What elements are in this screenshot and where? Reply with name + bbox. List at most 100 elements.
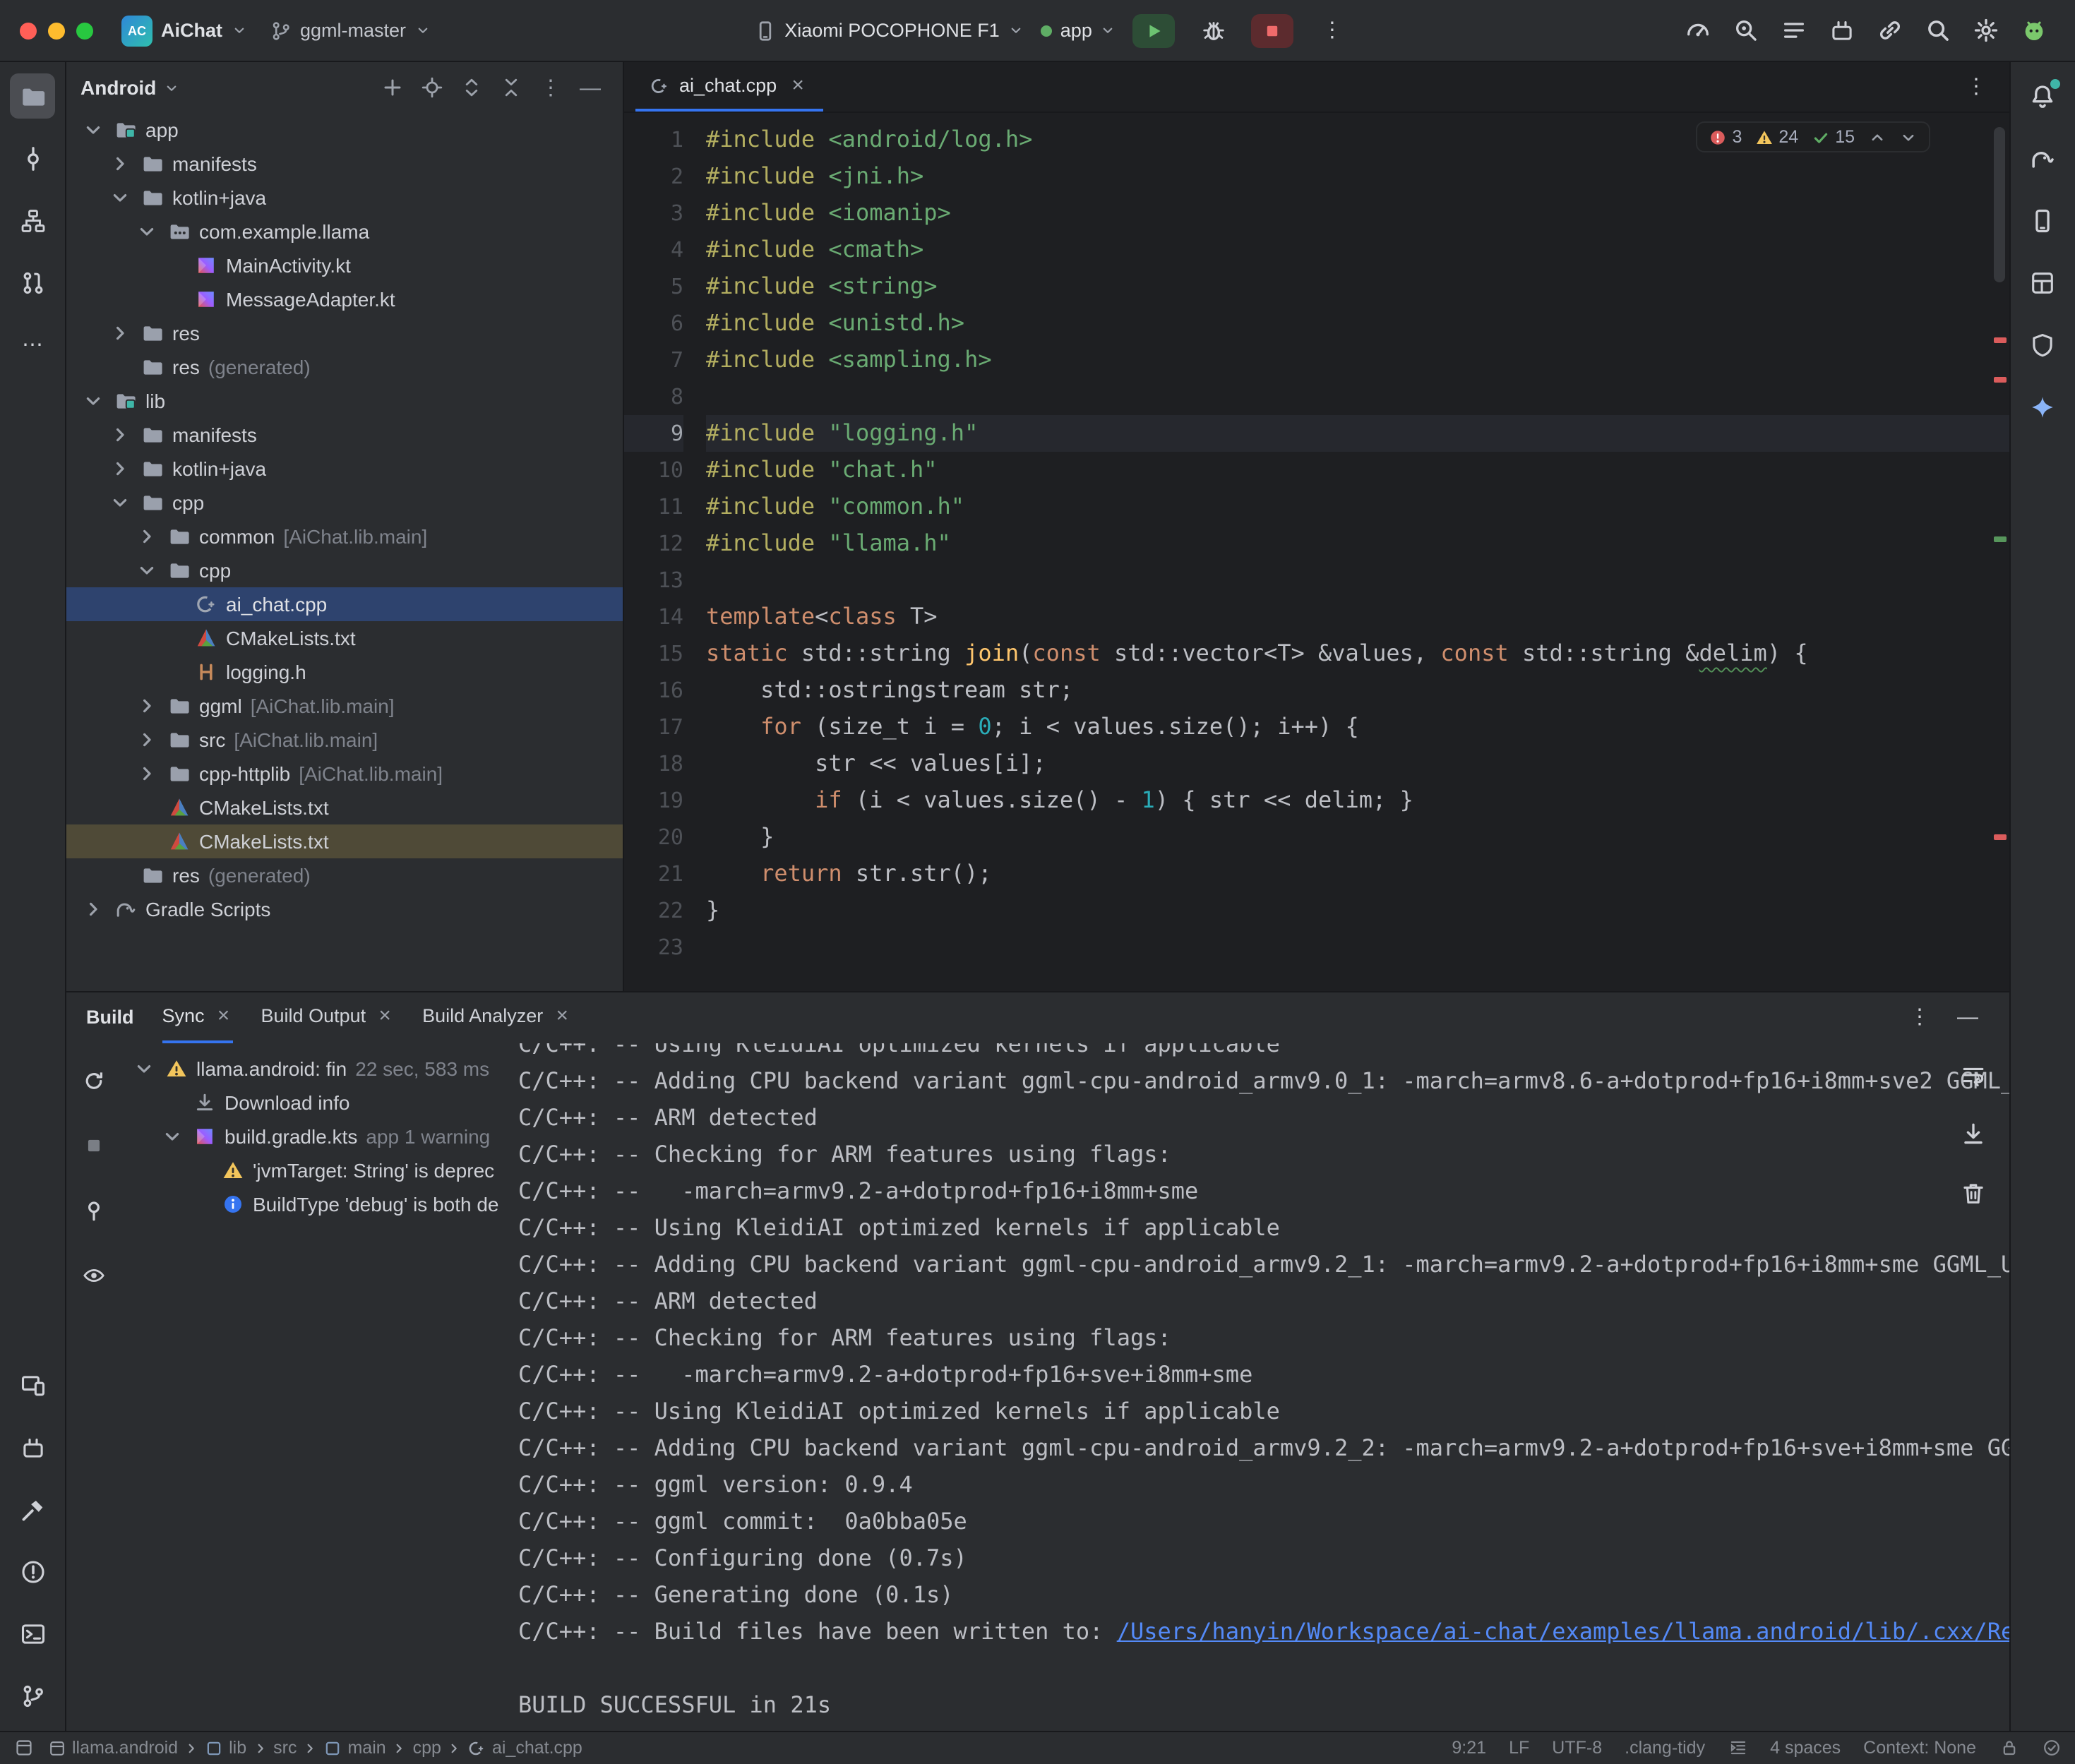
app-insights-tool-button[interactable] xyxy=(2020,322,2065,367)
code-line[interactable]: return str.str(); xyxy=(706,856,2009,892)
project-item-cmakelists-txt[interactable]: CMakeLists.txt xyxy=(66,621,623,655)
assistant-tool-button[interactable] xyxy=(2020,384,2065,429)
code-line[interactable]: } xyxy=(706,892,2009,929)
code-line[interactable]: #include <sampling.h> xyxy=(706,342,2009,378)
device-manager-tool-button[interactable] xyxy=(2020,198,2065,243)
close-icon[interactable]: × xyxy=(376,1007,394,1025)
gutter-line[interactable]: 10 xyxy=(624,452,683,488)
project-item-common[interactable]: common[AiChat.lib.main] xyxy=(66,520,623,553)
project-item-logging-h[interactable]: logging.h xyxy=(66,655,623,689)
pair-device-button[interactable] xyxy=(1869,9,1911,52)
file-encoding[interactable]: UTF-8 xyxy=(1552,1738,1602,1758)
project-item-gradle-scripts[interactable]: Gradle Scripts xyxy=(66,892,623,926)
build-item-jvmtarget-string-is-deprec[interactable]: 'jvmTarget: String' is deprec xyxy=(120,1153,504,1187)
gutter-line[interactable]: 12 xyxy=(624,525,683,562)
breadcrumb-lib[interactable]: lib xyxy=(205,1738,246,1758)
more-run-options-button[interactable]: ⋮ xyxy=(1311,9,1353,52)
editor-tab-options-button[interactable]: ⋮ xyxy=(1955,66,1997,108)
project-item-res[interactable]: res xyxy=(66,316,623,350)
project-item-manifests[interactable]: manifests xyxy=(66,418,623,452)
code-line[interactable]: #include <jni.h> xyxy=(706,158,2009,195)
add-button[interactable] xyxy=(374,69,411,106)
breadcrumb-main[interactable]: main xyxy=(323,1738,385,1758)
pin-build-button[interactable] xyxy=(72,1189,114,1232)
gutter-line[interactable]: 9 xyxy=(624,415,683,452)
project-view-selector[interactable]: Android xyxy=(80,76,179,99)
build-tab-build-output[interactable]: Build Output× xyxy=(261,992,395,1043)
gutter-line[interactable]: 19 xyxy=(624,782,683,819)
pull-requests-tool-button[interactable] xyxy=(10,260,55,305)
code-line[interactable] xyxy=(706,562,2009,599)
chevron-down-icon[interactable] xyxy=(131,1057,157,1079)
caret-position[interactable]: 9:21 xyxy=(1452,1738,1486,1758)
code-line[interactable]: for (size_t i = 0; i < values.size(); i+… xyxy=(706,709,2009,745)
profiler-button[interactable] xyxy=(1677,9,1719,52)
zoom-window-button[interactable] xyxy=(76,22,93,39)
minimize-window-button[interactable] xyxy=(48,22,65,39)
change-stripe-mark[interactable] xyxy=(1993,536,2006,542)
build-tool-button[interactable] xyxy=(10,1487,55,1532)
running-devices-tool-button[interactable] xyxy=(10,1363,55,1408)
settings-button[interactable] xyxy=(1965,9,2007,52)
version-control-tool-button[interactable] xyxy=(10,1674,55,1719)
chevron-right-icon[interactable] xyxy=(107,322,133,344)
chevron-right-icon[interactable] xyxy=(107,424,133,446)
error-stripe-mark[interactable] xyxy=(1993,337,2006,343)
build-tab-sync[interactable]: Sync× xyxy=(162,992,233,1043)
search-everywhere-button[interactable] xyxy=(1917,9,1959,52)
breadcrumb-llama-android[interactable]: llama.android xyxy=(48,1738,178,1758)
build-tab-build-analyzer[interactable]: Build Analyzer× xyxy=(422,992,571,1043)
close-icon[interactable]: × xyxy=(215,1007,233,1025)
gemini-button[interactable] xyxy=(2013,9,2055,52)
resource-manager-tool-button[interactable] xyxy=(10,1425,55,1470)
gutter-line[interactable]: 18 xyxy=(624,745,683,782)
collapse-all-button[interactable] xyxy=(493,69,530,106)
close-icon[interactable]: × xyxy=(553,1007,571,1025)
chevron-right-icon[interactable] xyxy=(80,898,106,920)
code-line[interactable]: #include "chat.h" xyxy=(706,452,2009,488)
gutter-line[interactable]: 6 xyxy=(624,305,683,342)
stop-build-button[interactable] xyxy=(72,1124,114,1167)
code-line[interactable]: template<class T> xyxy=(706,599,2009,635)
project-item-ai-chat-cpp[interactable]: ai_chat.cpp xyxy=(66,587,623,621)
code-line[interactable]: #include <string> xyxy=(706,268,2009,305)
project-tree[interactable]: appmanifestskotlin+javacom.example.llama… xyxy=(66,113,623,990)
project-item-manifests[interactable]: manifests xyxy=(66,147,623,181)
code-line[interactable]: #include "common.h" xyxy=(706,488,2009,525)
chevron-right-icon[interactable] xyxy=(134,762,160,785)
gutter-line[interactable]: 23 xyxy=(624,929,683,966)
passed-summary[interactable]: 15 xyxy=(1811,127,1855,147)
project-item-lib[interactable]: lib xyxy=(66,384,623,418)
gutter-line[interactable]: 14 xyxy=(624,599,683,635)
gutter-line[interactable]: 2 xyxy=(624,158,683,195)
notifications-button[interactable] xyxy=(2020,73,2065,119)
code-line[interactable]: #include "llama.h" xyxy=(706,525,2009,562)
project-item-app[interactable]: app xyxy=(66,113,623,147)
layout-inspector-tool-button[interactable] xyxy=(2020,260,2065,305)
chevron-down-icon[interactable] xyxy=(107,186,133,209)
chevron-down-icon[interactable] xyxy=(80,390,106,412)
build-options-button[interactable]: ⋮ xyxy=(1898,996,1941,1038)
project-item-kotlin-java[interactable]: kotlin+java xyxy=(66,452,623,486)
project-item-src[interactable]: src[AiChat.lib.main] xyxy=(66,723,623,757)
code-line[interactable] xyxy=(706,929,2009,966)
gutter-line[interactable]: 11 xyxy=(624,488,683,525)
tool-window-quick-access-icon[interactable] xyxy=(14,1738,34,1758)
error-stripe-mark[interactable] xyxy=(1993,377,2006,383)
project-item-com-example-llama[interactable]: com.example.llama xyxy=(66,215,623,248)
rerun-build-button[interactable] xyxy=(72,1060,114,1102)
indent-size[interactable]: 4 spaces xyxy=(1770,1738,1841,1758)
terminal-tool-button[interactable] xyxy=(10,1612,55,1657)
code-line[interactable]: #include <unistd.h> xyxy=(706,305,2009,342)
debug-button[interactable] xyxy=(1192,9,1235,52)
commit-tool-button[interactable] xyxy=(10,136,55,181)
editor-scrollbar[interactable] xyxy=(1993,127,2004,282)
close-window-button[interactable] xyxy=(20,22,37,39)
run-config-selector[interactable]: app xyxy=(1041,20,1116,41)
hide-panel-button[interactable]: — xyxy=(572,69,609,106)
chevron-right-icon[interactable] xyxy=(107,152,133,175)
project-item-ggml[interactable]: ggml[AiChat.lib.main] xyxy=(66,689,623,723)
editor-code[interactable]: #include <android/log.h>#include <jni.h>… xyxy=(706,121,2009,990)
gutter-line[interactable]: 15 xyxy=(624,635,683,672)
expand-all-button[interactable] xyxy=(453,69,490,106)
